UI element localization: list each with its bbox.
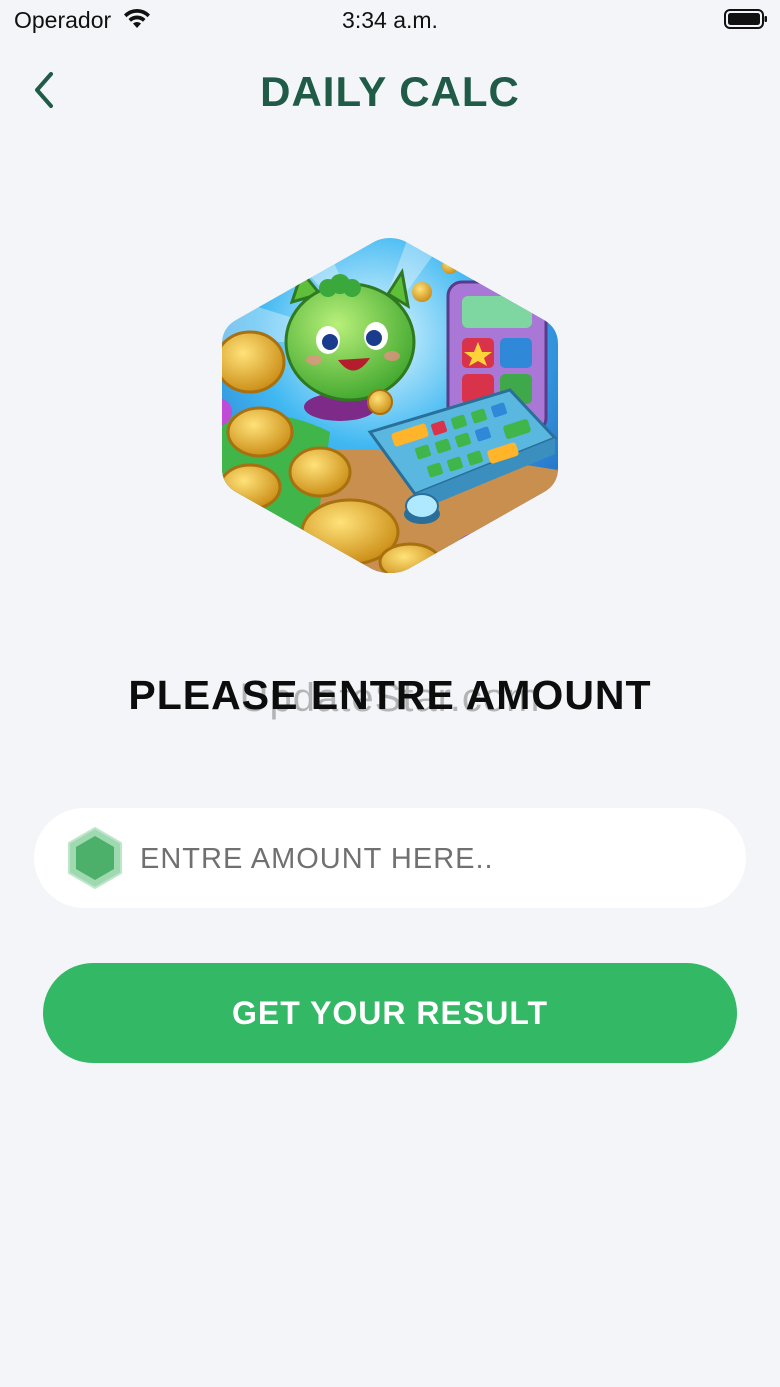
battery-icon <box>724 9 767 29</box>
get-result-button[interactable]: GET YOUR RESULT <box>43 963 737 1063</box>
prompt-area: UpdateStar.com PLEASE ENTRE AMOUNT <box>0 672 780 728</box>
amount-input-container[interactable] <box>34 808 746 908</box>
hero-illustration <box>222 238 558 573</box>
amount-input[interactable] <box>138 828 722 890</box>
status-bar: Operador 3:34 a.m. <box>0 0 780 40</box>
clock: 3:34 a.m. <box>342 7 438 33</box>
green-hexagon-icon <box>68 827 122 889</box>
page-title: DAILY CALC <box>260 68 520 115</box>
prompt-heading: PLEASE ENTRE AMOUNT <box>128 672 652 718</box>
